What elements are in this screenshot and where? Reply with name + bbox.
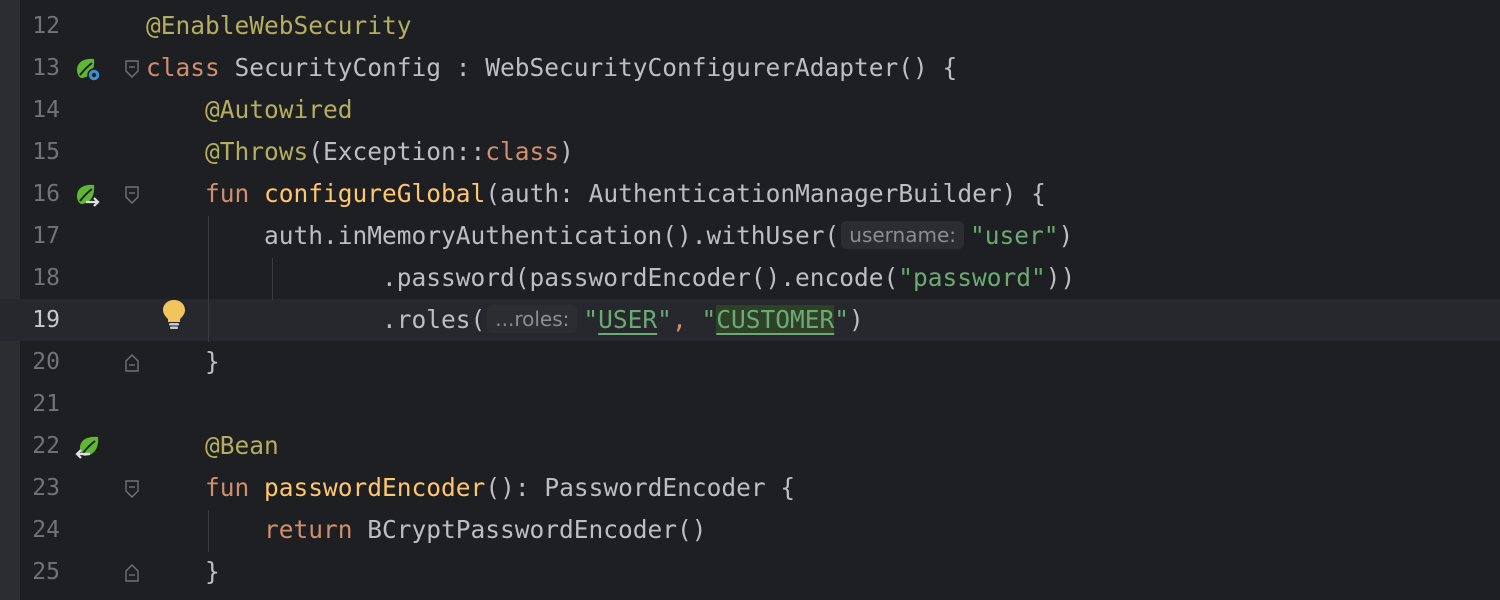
indent-guide [208, 510, 209, 552]
line-number: 18 [32, 265, 60, 291]
code-token[interactable]: "password" [898, 263, 1046, 292]
line-number: 14 [32, 97, 60, 123]
code-line[interactable]: 25 } [0, 551, 1500, 593]
code-text[interactable]: .roles(...roles: "USER", "CUSTOMER") [146, 299, 864, 342]
code-token[interactable]: ) [849, 305, 864, 334]
code-line[interactable]: 20 } [0, 341, 1500, 383]
line-number: 12 [32, 13, 60, 39]
code-line[interactable]: 21 [0, 383, 1500, 425]
code-line[interactable]: 17 auth.inMemoryAuthentication().withUse… [0, 215, 1500, 257]
code-token[interactable]: " [583, 305, 598, 334]
line-number: 24 [32, 517, 60, 543]
code-token[interactable]: "user" [970, 221, 1059, 250]
code-line[interactable]: 12 @EnableWebSecurity [0, 5, 1500, 47]
code-text[interactable]: @Bean [146, 425, 279, 467]
code-text[interactable]: auth.inMemoryAuthentication().withUser(u… [146, 215, 1073, 258]
fold-close-icon[interactable] [124, 564, 140, 582]
code-token[interactable]: .roles( [146, 305, 485, 334]
indent-guide [272, 258, 273, 300]
line-number: 19 [32, 307, 60, 333]
code-token[interactable]: " [701, 305, 716, 334]
code-token[interactable]: SecurityConfig : WebSecurityConfigurerAd… [220, 53, 958, 82]
code-token[interactable]: BCryptPasswordEncoder() [353, 515, 706, 544]
code-line[interactable]: 19 .roles(...roles: "USER", "CUSTOMER") [0, 299, 1500, 341]
code-token[interactable]: )) [1046, 263, 1076, 292]
code-token[interactable]: (Exception:: [308, 137, 485, 166]
code-token[interactable]: ) [1059, 221, 1074, 250]
fold-close-icon[interactable] [124, 354, 140, 372]
lightbulb-icon[interactable] [160, 298, 188, 330]
code-text[interactable]: fun passwordEncoder(): PasswordEncoder { [146, 467, 795, 509]
spring-bean-navigate-icon[interactable] [74, 434, 102, 462]
code-text[interactable]: return BCryptPasswordEncoder() [146, 509, 707, 551]
code-editor[interactable]: 12 @EnableWebSecurity 13 class SecurityConf… [0, 0, 1500, 600]
code-line[interactable]: 13 class SecurityConfig : WebSecurityConf… [0, 47, 1500, 89]
code-text[interactable]: @Autowired [146, 89, 353, 131]
code-token[interactable]: " [834, 305, 849, 334]
spring-bean-config-icon[interactable] [74, 56, 102, 84]
code-token[interactable] [146, 515, 264, 544]
code-token[interactable] [249, 179, 264, 208]
code-token[interactable]: configureGlobal [264, 179, 485, 208]
code-line[interactable]: 23 fun passwordEncoder(): PasswordEncode… [0, 467, 1500, 509]
code-text[interactable]: @EnableWebSecurity [146, 5, 412, 47]
code-token[interactable]: , [672, 305, 702, 334]
code-line[interactable]: 16 fun configureGlobal(auth: Authenticat… [0, 173, 1500, 215]
fold-open-icon[interactable] [124, 186, 140, 204]
code-token[interactable] [146, 179, 205, 208]
line-number: 20 [32, 349, 60, 375]
code-token[interactable]: (auth: AuthenticationManagerBuilder) { [485, 179, 1046, 208]
code-token[interactable]: .password(passwordEncoder().encode( [146, 263, 898, 292]
code-token[interactable]: @EnableWebSecurity [146, 11, 412, 40]
code-token[interactable]: class [146, 53, 220, 82]
code-token[interactable]: (): PasswordEncoder { [485, 473, 795, 502]
code-text[interactable]: .password(passwordEncoder().encode("pass… [146, 257, 1075, 299]
code-text[interactable]: fun configureGlobal(auth: Authentication… [146, 173, 1046, 215]
code-token[interactable]: @Bean [205, 431, 279, 460]
code-token[interactable]: fun [205, 473, 249, 502]
code-line[interactable]: 24 return BCryptPasswordEncoder() [0, 509, 1500, 551]
code-token[interactable]: } [146, 557, 220, 586]
code-token[interactable]: CUSTOMER [716, 305, 835, 334]
code-text[interactable]: @Throws(Exception::class) [146, 131, 574, 173]
code-token[interactable]: auth.inMemoryAuthentication().withUser( [146, 221, 839, 250]
code-line[interactable]: 14 @Autowired [0, 89, 1500, 131]
line-number: 22 [32, 433, 60, 459]
code-line[interactable]: 18 .password(passwordEncoder().encode("p… [0, 257, 1500, 299]
code-text[interactable]: } [146, 551, 220, 593]
indent-guide [208, 216, 209, 342]
line-number: 21 [32, 391, 60, 417]
line-number: 25 [32, 559, 60, 585]
code-token[interactable]: class [485, 137, 559, 166]
code-token[interactable]: passwordEncoder [264, 473, 485, 502]
code-token[interactable]: ) [559, 137, 574, 166]
code-token[interactable]: return [264, 515, 353, 544]
parameter-hint: username: [841, 221, 964, 249]
fold-open-icon[interactable] [124, 480, 140, 498]
code-token[interactable] [146, 431, 205, 460]
code-token[interactable]: @Throws [205, 137, 308, 166]
line-number: 17 [32, 223, 60, 249]
line-number: 15 [32, 139, 60, 165]
code-token[interactable] [249, 473, 264, 502]
code-token[interactable]: " [657, 305, 672, 334]
code-text[interactable]: class SecurityConfig : WebSecurityConfig… [146, 47, 957, 89]
code-token[interactable]: fun [205, 179, 249, 208]
line-number: 23 [32, 475, 60, 501]
code-token[interactable]: @Autowired [205, 95, 353, 124]
code-token[interactable] [146, 95, 205, 124]
code-line[interactable]: 22 @Bean [0, 425, 1500, 467]
line-number: 13 [32, 55, 60, 81]
line-number: 16 [32, 181, 60, 207]
code-text[interactable]: } [146, 341, 220, 383]
code-token[interactable]: USER [598, 305, 657, 334]
code-token[interactable] [146, 137, 205, 166]
fold-open-icon[interactable] [124, 60, 140, 78]
code-token[interactable]: } [146, 347, 220, 376]
parameter-hint: ...roles: [487, 305, 578, 333]
code-token[interactable] [146, 473, 205, 502]
code-line[interactable]: 15 @Throws(Exception::class) [0, 131, 1500, 173]
spring-autowired-navigate-icon[interactable] [74, 182, 102, 210]
